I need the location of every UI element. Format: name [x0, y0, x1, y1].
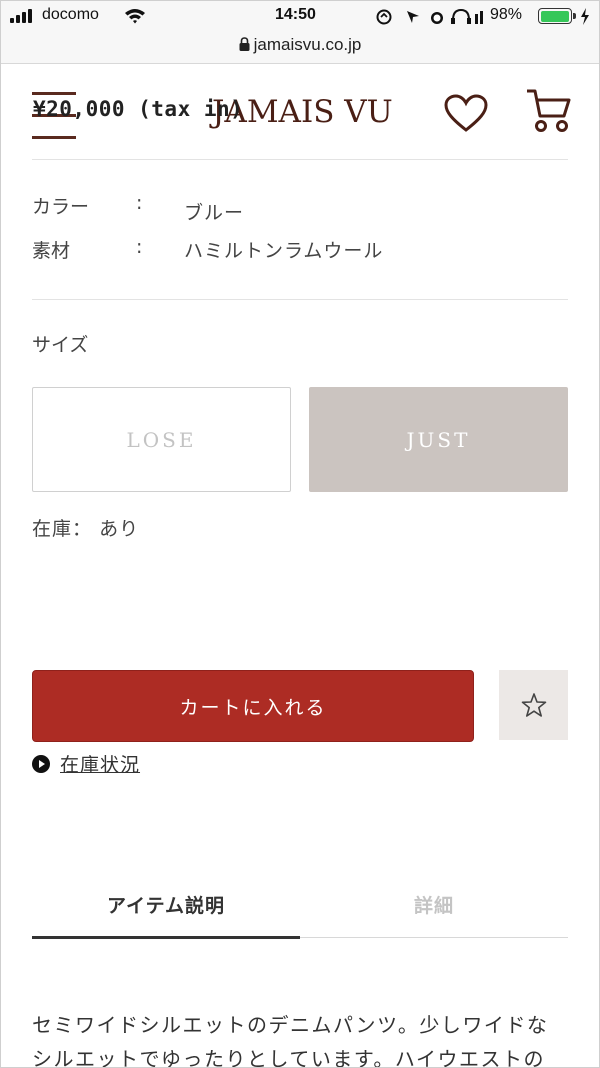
spec-key: 素材	[32, 240, 71, 262]
add-to-cart-button[interactable]: カートに入れる	[32, 670, 474, 742]
clock: 14:50	[275, 6, 316, 23]
stock-value: あり	[99, 518, 140, 540]
section-divider	[32, 299, 568, 300]
favorite-button[interactable]	[499, 670, 568, 740]
spec-separator: :	[136, 192, 143, 214]
tab-details[interactable]: 詳細	[300, 870, 568, 938]
item-tabs: アイテム説明 詳細	[32, 870, 568, 940]
stock-status: 在庫： あり	[32, 514, 139, 541]
heart-icon[interactable]	[444, 94, 488, 134]
header-divider	[32, 159, 568, 160]
battery-icon	[538, 8, 576, 24]
price-label: ¥20,000 (tax in)	[33, 97, 244, 121]
description-line: セミワイドシルエットのデニムパンツ。少しワイドな	[32, 1013, 549, 1037]
url-text: jamaisvu.co.jp	[253, 35, 362, 54]
size-option-lose[interactable]: LOSE	[32, 387, 291, 492]
wifi-icon	[125, 9, 145, 24]
carrier-name: docomo	[42, 6, 99, 23]
spec-separator: :	[136, 236, 143, 258]
stock-status-link[interactable]: 在庫状況	[32, 750, 140, 777]
size-label: サイズ	[32, 334, 89, 356]
address-bar[interactable]: jamaisvu.co.jp	[0, 34, 600, 64]
spec-key: カラー	[32, 196, 90, 218]
active-tab-indicator	[32, 936, 300, 939]
stock-label: 在庫：	[32, 518, 93, 540]
signal-strength-icon	[10, 9, 36, 23]
stock-status-link-label[interactable]: 在庫状況	[60, 750, 140, 777]
cart-icon[interactable]	[522, 88, 572, 134]
size-option-just[interactable]: JUST	[309, 387, 568, 492]
star-icon	[521, 693, 546, 717]
spec-value: ブルー	[184, 202, 245, 224]
battery-percent: 98%	[490, 6, 523, 23]
description-line: シルエットでゆったりとしています。ハイウエストの	[32, 1047, 545, 1068]
tab-item-description[interactable]: アイテム説明	[32, 870, 300, 938]
site-header: JAMAIS VU ¥20,000 (tax in)	[0, 64, 600, 160]
item-description: セミワイドシルエットのデニムパンツ。少しワイドな シルエットでゆったりとしていま…	[32, 1008, 577, 1068]
status-indicator-icons	[376, 8, 483, 25]
spec-value: ハミルトンラムウール	[184, 240, 384, 262]
play-circle-icon	[32, 754, 50, 773]
status-bar: docomo 14:50 98%	[0, 0, 600, 34]
charging-bolt-icon	[581, 8, 589, 25]
lock-icon	[239, 37, 250, 51]
